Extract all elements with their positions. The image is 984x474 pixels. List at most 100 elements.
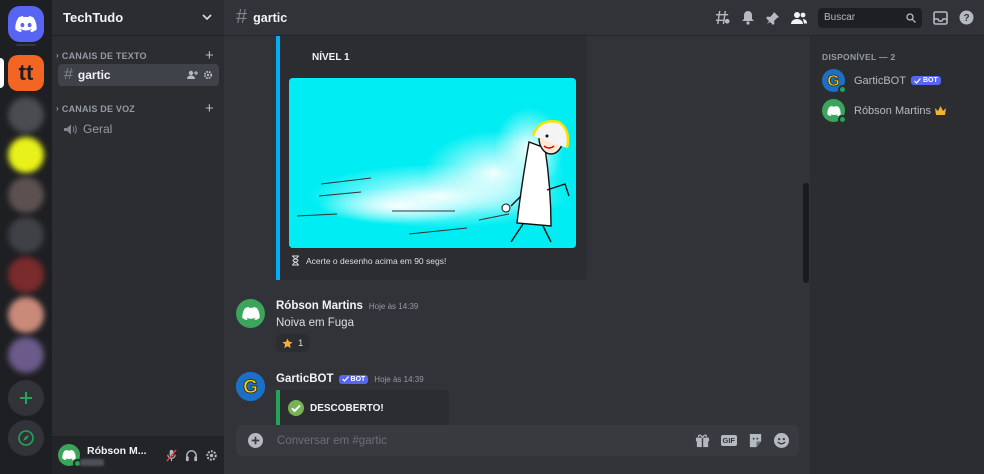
gartic-logo-icon: G xyxy=(236,372,265,401)
discord-app: tt TechTudo › CANAIS DE TEXTO + # gartic xyxy=(0,0,984,474)
message-author[interactable]: Róbson Martins xyxy=(276,300,363,312)
member-list: DISPONÍVEL — 2 G GarticBOT BOT Róbson Ma… xyxy=(810,36,984,474)
channel-title: gartic xyxy=(253,10,288,25)
gift-icon[interactable] xyxy=(695,433,710,448)
online-status-icon xyxy=(838,85,847,94)
channel-label: Geral xyxy=(83,122,113,136)
discord-logo-icon xyxy=(62,450,76,460)
category-voice-channels[interactable]: › CANAIS DE VOZ + xyxy=(56,100,214,117)
chevron-down-icon: › xyxy=(56,104,59,113)
pin-icon[interactable] xyxy=(766,11,780,25)
embed-title: NÍVEL 1 xyxy=(312,52,350,63)
crown-icon xyxy=(935,106,947,115)
create-channel-button[interactable]: + xyxy=(205,100,214,117)
hash-icon: # xyxy=(64,66,73,83)
discord-logo-icon xyxy=(826,105,841,116)
bot-badge-label: BOT xyxy=(350,375,366,383)
hash-icon: # xyxy=(236,6,248,28)
message-composer[interactable]: Conversar em #gartic GIF xyxy=(236,425,799,456)
embed-footer: Acerte o desenho acima em 90 segs! xyxy=(291,255,446,266)
search-placeholder: Buscar xyxy=(824,12,856,23)
server-icon-blurred[interactable] xyxy=(8,137,44,173)
message-author[interactable]: GarticBOT xyxy=(276,373,334,385)
explore-servers-button[interactable] xyxy=(8,420,44,456)
star-icon xyxy=(282,337,293,348)
avatar: G xyxy=(822,69,847,94)
avatar[interactable] xyxy=(236,299,265,328)
message-timestamp: Hoje às 14:39 xyxy=(368,301,419,311)
add-server-button[interactable] xyxy=(8,380,44,416)
user-panel: Róbson M... xyxy=(52,436,224,474)
avatar[interactable]: G xyxy=(236,372,265,401)
message-input[interactable]: Conversar em #gartic xyxy=(277,435,387,447)
bell-icon[interactable] xyxy=(741,10,755,25)
chat-area: # gartic Buscar ? NÍVEL 1 Acerte o desen… xyxy=(224,0,984,474)
sticker-icon[interactable] xyxy=(748,433,763,448)
member-name: Róbson Martins xyxy=(854,104,932,117)
category-text-channels[interactable]: › CANAIS DE TEXTO + xyxy=(56,47,214,64)
message-text: Noiva em Fuga xyxy=(276,317,354,329)
bot-badge: BOT xyxy=(910,76,941,85)
user-name: Róbson M... xyxy=(87,444,147,457)
headphones-icon[interactable] xyxy=(185,449,198,462)
mute-microphone-icon[interactable] xyxy=(165,448,178,462)
inbox-icon[interactable] xyxy=(933,10,948,25)
gartic-drawing-image[interactable] xyxy=(289,78,576,248)
member-name: GarticBOT xyxy=(854,74,906,87)
discord-home-button[interactable] xyxy=(8,6,44,42)
create-channel-button[interactable]: + xyxy=(205,47,214,64)
hourglass-icon xyxy=(292,255,299,266)
gear-icon[interactable] xyxy=(203,70,213,80)
reaction-count: 1 xyxy=(298,337,304,349)
message-timestamp: Hoje às 14:39 xyxy=(374,374,424,384)
server-techtudo[interactable]: tt xyxy=(8,55,44,91)
check-circle-icon xyxy=(288,400,304,416)
check-icon xyxy=(914,77,921,84)
chevron-down-icon: › xyxy=(56,51,59,60)
search-input[interactable]: Buscar xyxy=(818,7,922,28)
avatar[interactable] xyxy=(58,444,82,468)
server-header[interactable]: TechTudo xyxy=(52,0,224,36)
category-label: CANAIS DE TEXTO xyxy=(61,50,147,61)
add-attachment-icon[interactable] xyxy=(248,433,263,448)
channel-label: gartic xyxy=(77,68,111,82)
check-icon xyxy=(341,376,349,382)
gear-icon[interactable] xyxy=(205,449,218,462)
plus-icon xyxy=(20,392,32,404)
server-icon-blurred[interactable] xyxy=(8,257,44,293)
bot-badge-label: BOT xyxy=(922,77,938,84)
member-list-icon[interactable] xyxy=(791,11,807,25)
channel-gartic[interactable]: # gartic xyxy=(58,64,219,86)
threads-icon[interactable] xyxy=(715,10,730,25)
channel-sidebar: TechTudo › CANAIS DE TEXTO + # gartic › … xyxy=(52,0,224,474)
bot-badge: BOT xyxy=(338,374,369,384)
online-status-icon xyxy=(838,115,847,124)
help-icon[interactable]: ? xyxy=(959,10,974,25)
embed-title: DESCOBERTO! xyxy=(310,402,384,414)
rail-separator xyxy=(16,44,36,46)
server-icon-blurred[interactable] xyxy=(8,217,44,253)
member-item-garticbot[interactable]: G GarticBOT BOT xyxy=(822,69,941,94)
server-icon-blurred[interactable] xyxy=(8,337,44,373)
discovered-embed: DESCOBERTO! xyxy=(276,390,449,426)
server-icon-blurred[interactable] xyxy=(8,97,44,133)
server-icon-blurred[interactable] xyxy=(8,177,44,213)
discord-logo-icon xyxy=(15,16,37,32)
scrollbar[interactable] xyxy=(803,183,809,283)
gif-button[interactable]: GIF xyxy=(720,435,737,446)
server-icon-blurred[interactable] xyxy=(8,297,44,333)
emoji-icon[interactable] xyxy=(774,433,789,448)
invite-icon[interactable] xyxy=(187,70,198,80)
avatar xyxy=(822,99,847,124)
server-rail: tt xyxy=(0,0,52,474)
channel-geral[interactable]: Geral xyxy=(58,118,219,140)
reaction-button[interactable]: 1 xyxy=(276,334,310,352)
member-item-robson[interactable]: Róbson Martins xyxy=(822,99,947,124)
selected-server-indicator xyxy=(0,58,4,88)
techtudo-logo: tt xyxy=(18,60,34,85)
chevron-down-icon xyxy=(202,14,212,21)
user-tag-blurred xyxy=(80,458,104,466)
category-label: CANAIS DE VOZ xyxy=(61,103,135,114)
channel-header: # gartic Buscar ? xyxy=(224,0,984,36)
member-group-header: DISPONÍVEL — 2 xyxy=(822,52,896,62)
